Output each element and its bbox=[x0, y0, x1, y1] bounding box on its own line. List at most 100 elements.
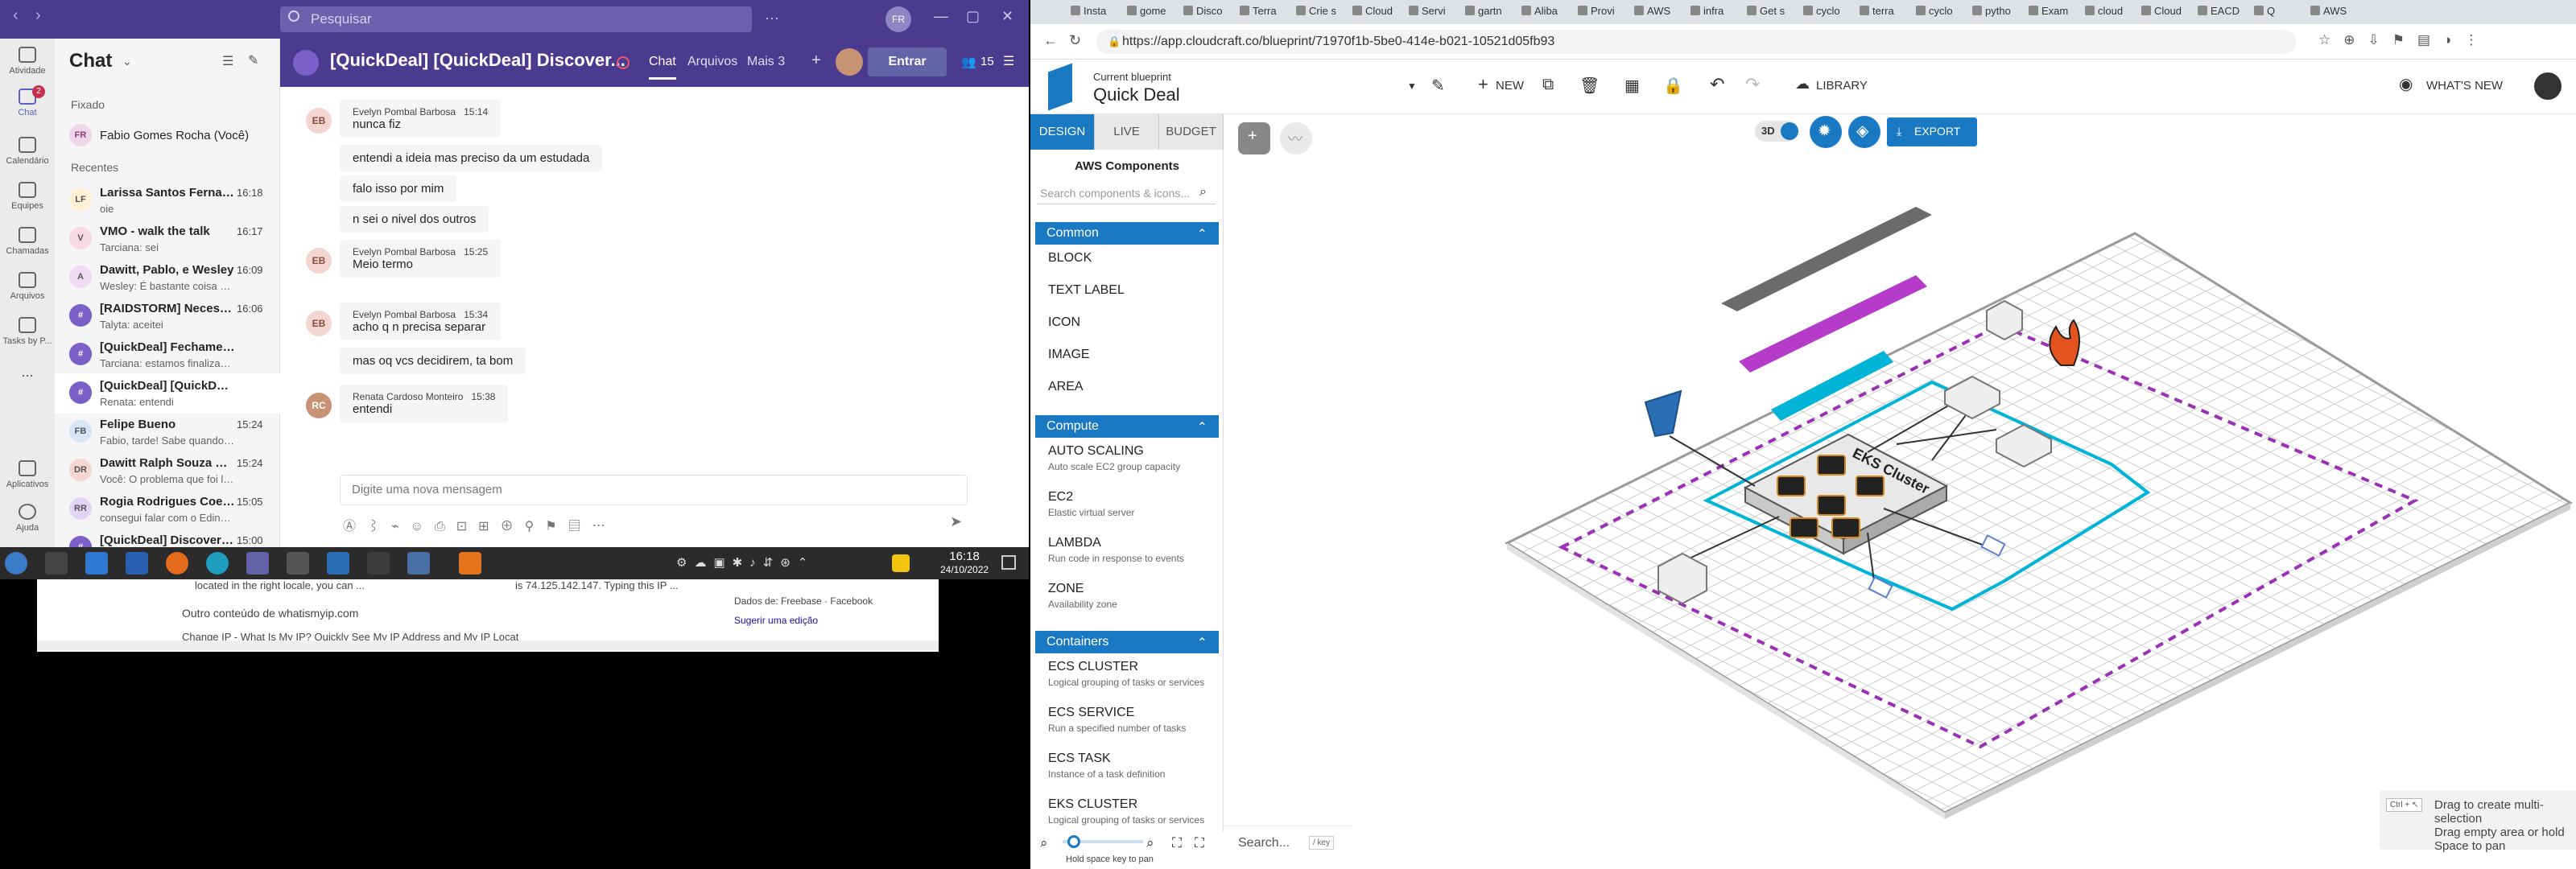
component-item[interactable]: TEXT LABEL bbox=[1048, 283, 1209, 298]
tab-chat[interactable]: Chat bbox=[649, 55, 676, 80]
app-icon[interactable] bbox=[367, 552, 390, 575]
browser-tab[interactable]: infra bbox=[1690, 5, 1742, 21]
account-icon[interactable] bbox=[2534, 72, 2562, 100]
browser-tab[interactable]: terra bbox=[1860, 5, 1911, 21]
browser-tab[interactable]: Terra bbox=[1240, 5, 1291, 21]
rail-chat[interactable]: Chat 2 bbox=[0, 85, 55, 117]
address-bar[interactable]: https://app.cloudcraft.co/blueprint/7197… bbox=[1096, 30, 2296, 54]
canvas-search-input[interactable]: Search... bbox=[1238, 836, 1290, 850]
browser-tab[interactable]: AWS bbox=[2310, 5, 2362, 21]
add-tab-icon[interactable]: + bbox=[811, 51, 821, 70]
participants-icon[interactable]: 👥 bbox=[961, 55, 976, 69]
chat-list-item[interactable]: # [QuickDeal] Fechamento ... Tarciana: est… bbox=[55, 335, 280, 375]
new-button[interactable]: NEW bbox=[1496, 79, 1524, 93]
chevron-down-icon[interactable]: ▼ bbox=[1407, 80, 1417, 92]
files-icon[interactable] bbox=[85, 552, 108, 575]
close-button[interactable]: ✕ bbox=[1001, 8, 1013, 25]
browser-tab[interactable]: Get s bbox=[1747, 5, 1798, 21]
s3-bucket[interactable] bbox=[1644, 389, 1682, 438]
user-avatar[interactable]: FR bbox=[886, 6, 911, 32]
send-icon[interactable]: ➤ bbox=[950, 513, 962, 530]
browser-tab[interactable]: Q bbox=[2254, 5, 2306, 21]
component-item[interactable]: ZONE Availability zone bbox=[1048, 582, 1209, 610]
component-item[interactable]: ECS SERVICE Run a specified number of tas… bbox=[1048, 706, 1209, 734]
list-icon[interactable]: ☰ bbox=[1003, 53, 1014, 69]
show-desktop-icon[interactable] bbox=[1001, 555, 1016, 570]
maximize-button[interactable]: ▢ bbox=[966, 8, 980, 25]
participant-avatar[interactable] bbox=[836, 48, 863, 76]
chevron-down-icon[interactable]: ⌄ bbox=[122, 55, 132, 68]
component-search-input[interactable]: Search components & icons... bbox=[1037, 183, 1216, 204]
browser-tab[interactable]: cloud bbox=[2085, 5, 2136, 21]
browser-tab[interactable]: Provi bbox=[1578, 5, 1629, 21]
pinned-chat-item[interactable]: FR Fabio Gomes Rocha (Você) bbox=[55, 117, 280, 153]
component-item[interactable]: EC2 Elastic virtual server bbox=[1048, 490, 1209, 518]
component-item[interactable]: LAMBDA Run code in response to events bbox=[1048, 536, 1209, 564]
tab-more[interactable]: Mais 3 bbox=[747, 55, 785, 69]
copy-icon[interactable]: ⧉ bbox=[1542, 76, 1554, 94]
compose-toolbar[interactable]: Ⓐ⌇⌁☺⎙⊡⊞⊕⚲⚑▤⋯ bbox=[343, 515, 617, 534]
chat-list-item[interactable]: # [QuickDeal] [QuickDeal] Di... Renata: en… bbox=[55, 373, 280, 414]
fullscreen-icon[interactable]: ⛶ bbox=[1195, 835, 1204, 851]
canvas-search[interactable]: Search... / key bbox=[1224, 826, 1352, 863]
fit-screen-icon[interactable]: ⛶ bbox=[1172, 835, 1182, 851]
browser-tab[interactable]: Aliba bbox=[1521, 5, 1573, 21]
browser-tab[interactable]: pytho bbox=[1972, 5, 2024, 21]
redo-icon[interactable]: ↷ bbox=[1745, 74, 1760, 95]
minimize-button[interactable]: — bbox=[934, 8, 948, 25]
back-arrow-icon[interactable]: ‹ bbox=[13, 6, 19, 25]
tab-budget[interactable]: BUDGET bbox=[1159, 114, 1224, 150]
library-button[interactable]: LIBRARY bbox=[1816, 79, 1868, 93]
chat-list-item[interactable]: V VMO - walk the talk Tarciana: sei 16:17 bbox=[55, 219, 280, 259]
message-input[interactable]: Digite uma nova mensagem bbox=[340, 475, 968, 505]
tab-live[interactable]: LIVE bbox=[1095, 114, 1159, 150]
megaphone-icon[interactable]: ◉ bbox=[2399, 74, 2413, 94]
diagram-canvas[interactable]: + 〰 3D ✹ ◈ ⤓ EXPORT EKS Cluster Ctrl + ↖… bbox=[1224, 114, 2576, 869]
browser-tab[interactable]: gome bbox=[1127, 5, 1179, 21]
plus-icon[interactable]: + bbox=[1478, 74, 1488, 95]
filter-icon[interactable]: ☰ bbox=[222, 53, 233, 69]
join-meeting-button[interactable]: Entrar bbox=[868, 47, 947, 76]
reload-icon[interactable]: ↻ bbox=[1069, 32, 1081, 49]
component-item[interactable]: ICON bbox=[1048, 315, 1209, 330]
folder-icon[interactable] bbox=[126, 552, 148, 575]
browser-tab[interactable]: Servi bbox=[1409, 5, 1460, 21]
delete-icon[interactable]: 🗑 bbox=[1579, 76, 1600, 96]
rail-apps[interactable]: Aplicativos bbox=[0, 460, 55, 489]
vscode-icon[interactable] bbox=[327, 552, 349, 575]
rail-activity[interactable]: Atividade bbox=[0, 47, 55, 76]
lock-icon[interactable]: 🔒 bbox=[1663, 76, 1683, 96]
horizontal-scrollbar[interactable] bbox=[37, 640, 939, 650]
teams-search-input[interactable]: Pesquisar bbox=[280, 6, 752, 32]
rail-calendar[interactable]: Calendário bbox=[0, 137, 55, 166]
category-header[interactable]: Containers ⌃ bbox=[1035, 631, 1219, 653]
component-item[interactable]: EKS CLUSTER Logical grouping of tasks or … bbox=[1048, 797, 1209, 826]
rail-calls[interactable]: Chamadas bbox=[0, 227, 55, 256]
component-item[interactable]: BLOCK bbox=[1048, 251, 1209, 266]
browser-tab[interactable]: Crie s bbox=[1296, 5, 1348, 21]
component-item[interactable]: ECS TASK Instance of a task definition bbox=[1048, 752, 1209, 780]
browser-tab[interactable]: Cloud bbox=[1352, 5, 1404, 21]
tray-app-icon[interactable] bbox=[892, 554, 910, 572]
browser-tab[interactable]: cyclo bbox=[1803, 5, 1855, 21]
component-item[interactable]: AREA bbox=[1048, 380, 1209, 394]
browser-tab[interactable]: EACD bbox=[2198, 5, 2249, 21]
edge-icon[interactable] bbox=[206, 552, 229, 575]
forward-arrow-icon[interactable]: › bbox=[35, 6, 41, 25]
cloud-icon[interactable]: ☁ bbox=[1795, 76, 1810, 93]
browser-tab[interactable]: Cloud bbox=[2141, 5, 2193, 21]
component-item[interactable]: AUTO SCALING Auto scale EC2 group capacit… bbox=[1048, 444, 1209, 472]
teams-app-icon[interactable] bbox=[246, 552, 269, 575]
firefox-icon[interactable] bbox=[166, 552, 188, 575]
app-icon[interactable] bbox=[407, 552, 430, 575]
blueprint-name[interactable]: Quick Deal bbox=[1093, 84, 1180, 105]
edit-icon[interactable]: ✎ bbox=[1431, 76, 1445, 96]
browser-tab[interactable]: Exam bbox=[2029, 5, 2080, 21]
tab-files[interactable]: Arquivos bbox=[687, 55, 737, 69]
zoom-in-icon[interactable]: ⌕ bbox=[1146, 835, 1154, 851]
app-icon[interactable] bbox=[459, 552, 481, 575]
system-tray[interactable]: ⚙☁▣✱♪⇵⊛⌃ bbox=[676, 555, 815, 570]
chat-list-item[interactable]: DR Dawitt Ralph Souza Sa... Você: O proble… bbox=[55, 451, 280, 491]
chat-list-item[interactable]: LF Larissa Santos Fernan... oie 16:18 bbox=[55, 180, 280, 220]
extensions-bar[interactable]: ☆⊕⇩⚑▤◑⋮ bbox=[2318, 32, 2491, 48]
